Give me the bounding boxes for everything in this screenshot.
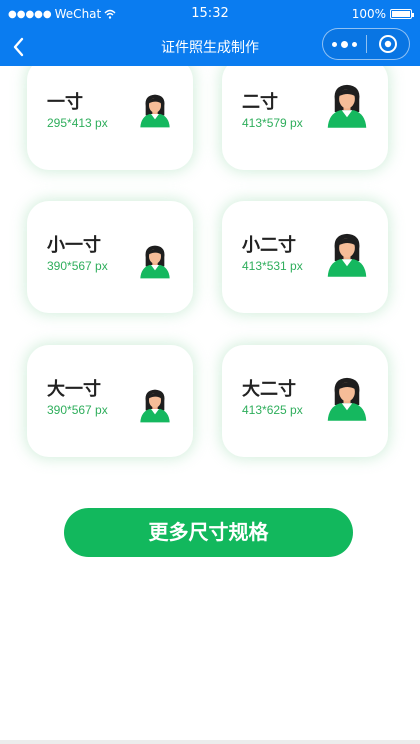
card-dimension: 390*567 px [47, 259, 108, 273]
card-dimension: 295*413 px [47, 116, 108, 130]
card-title: 一寸 [47, 92, 83, 113]
person-avatar-icon [327, 233, 367, 277]
close-mini-program-button[interactable] [366, 29, 409, 59]
status-bar: ●●●●● WeChat 15:32 100% [0, 0, 420, 28]
battery-group: 100% [351, 7, 414, 21]
card-title: 二寸 [242, 92, 278, 113]
card-title: 小一寸 [47, 235, 101, 256]
person-avatar-icon [327, 84, 367, 128]
card-title: 大二寸 [242, 379, 296, 400]
card-title: 大一寸 [47, 379, 101, 400]
size-card-1-inch[interactable]: 一寸 295*413 px [27, 66, 193, 170]
dot-icon [351, 41, 357, 47]
battery-icon [390, 9, 414, 19]
card-title: 小二寸 [242, 235, 296, 256]
battery-percent: 100% [351, 7, 386, 21]
person-avatar-icon [140, 389, 170, 423]
person-avatar-icon [140, 94, 170, 128]
card-dimension: 390*567 px [47, 403, 108, 417]
size-list: 一寸 295*413 px 二寸 413*579 px 小一寸 390*567 … [0, 66, 420, 744]
target-icon [378, 35, 397, 53]
mini-program-capsule [322, 28, 410, 60]
person-avatar-icon [327, 377, 367, 421]
size-card-small-2-inch[interactable]: 小二寸 413*531 px [222, 201, 388, 313]
size-card-2-inch[interactable]: 二寸 413*579 px [222, 66, 388, 170]
person-avatar-icon [140, 245, 170, 279]
more-menu-button[interactable] [323, 29, 366, 59]
dot-icon [331, 41, 337, 47]
more-sizes-button[interactable]: 更多尺寸规格 [64, 508, 353, 557]
dot-icon [340, 40, 348, 48]
card-dimension: 413*531 px [242, 259, 303, 273]
size-card-large-1-inch[interactable]: 大一寸 390*567 px [27, 345, 193, 457]
card-dimension: 413*579 px [242, 116, 303, 130]
nav-bar: 证件照生成制作 [0, 28, 420, 66]
size-card-small-1-inch[interactable]: 小一寸 390*567 px [27, 201, 193, 313]
card-dimension: 413*625 px [242, 403, 303, 417]
bottom-divider [0, 740, 420, 744]
size-card-large-2-inch[interactable]: 大二寸 413*625 px [222, 345, 388, 457]
